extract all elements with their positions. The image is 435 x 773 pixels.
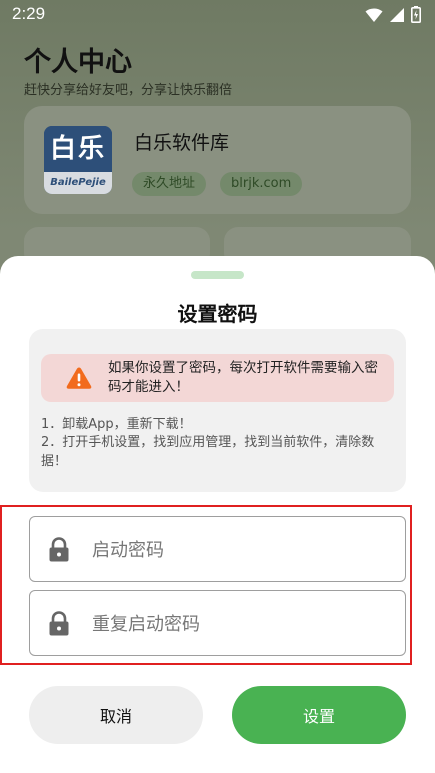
info-box: 如果你设置了密码，每次打开软件需要输入密码才能进入！ 1．卸载App，重新下载！… <box>29 329 406 492</box>
sheet-drag-handle[interactable] <box>191 271 244 279</box>
tip-item: 1．卸载App，重新下载！ <box>41 417 192 432</box>
warning-banner: 如果你设置了密码，每次打开软件需要输入密码才能进入！ <box>41 354 394 402</box>
tag-permanent-address[interactable]: 永久地址 <box>132 172 207 196</box>
repeat-password-field[interactable] <box>29 590 406 656</box>
page-subtitle: 赶快分享给好友吧，分享让快乐翻倍 <box>24 83 233 98</box>
set-button[interactable]: 设置 <box>232 686 406 744</box>
status-time: 2:29 <box>12 4 46 23</box>
cancel-button[interactable]: 取消 <box>29 686 203 744</box>
set-password-sheet: 设置密码 如果你设置了密码，每次打开软件需要输入密码才能进入！ 1．卸载App，… <box>0 256 435 773</box>
status-icons <box>365 6 421 23</box>
status-bar: 2:29 <box>0 0 435 30</box>
warning-icon <box>66 367 92 389</box>
lock-icon <box>49 537 69 562</box>
dialog-title: 设置密码 <box>177 302 258 326</box>
startup-password-field[interactable] <box>29 516 406 582</box>
startup-password-input[interactable] <box>92 534 382 566</box>
logo-subtext: BailePejie <box>44 172 112 194</box>
app-name: 白乐软件库 <box>134 132 230 154</box>
page-title: 个人中心 <box>24 47 132 78</box>
tip-item: 2．打开手机设置，找到应用管理，找到当前软件，清除数据！ <box>41 435 375 469</box>
warning-text: 如果你设置了密码，每次打开软件需要输入密码才能进入！ <box>108 360 378 395</box>
battery-icon <box>411 6 421 23</box>
tag-domain[interactable]: blrjk.com <box>220 172 303 196</box>
repeat-password-input[interactable] <box>92 608 382 640</box>
logo-text: 白乐 <box>44 126 112 172</box>
lock-icon <box>49 611 69 636</box>
wifi-icon <box>365 8 383 22</box>
app-info-card[interactable]: 白乐 BailePejie 白乐软件库 永久地址 blrjk.com <box>24 106 411 214</box>
signal-icon <box>390 7 404 22</box>
app-logo: 白乐 BailePejie <box>44 126 112 194</box>
